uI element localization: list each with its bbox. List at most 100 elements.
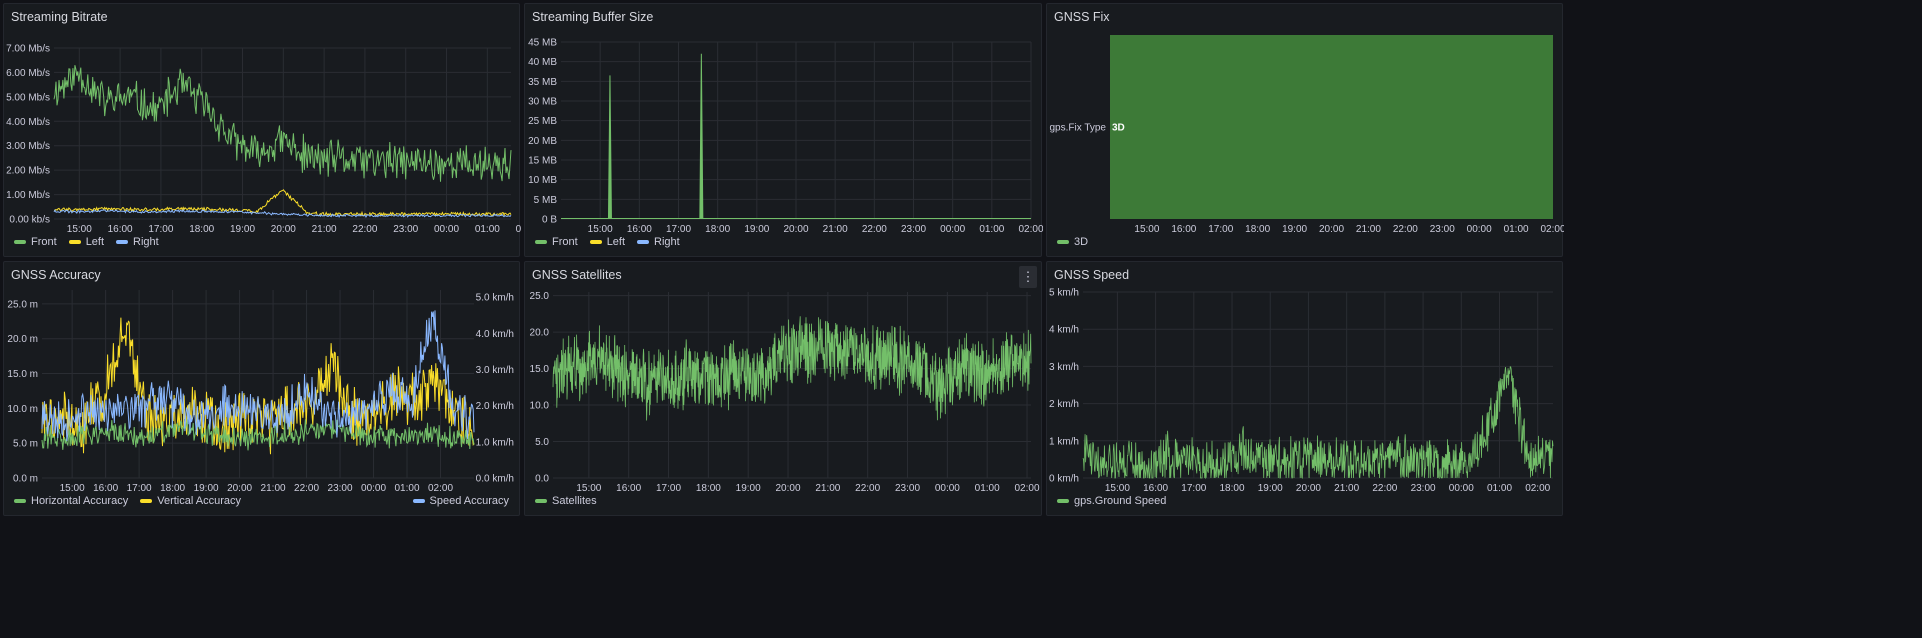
x-tick-label: 16:00 [627,224,652,235]
y-tick-label: 0 B [542,215,557,226]
legend-item[interactable]: Front [535,236,578,248]
panel-streaming-bitrate: Streaming Bitrate 0.00 kb/s 1.00 Mb/s 2.00… [3,3,521,258]
legend-label: Horizontal Accuracy [31,495,129,507]
legend-swatch [535,499,547,503]
x-tick-label: 16:00 [1143,483,1168,494]
x-tick-label: 23:00 [1411,483,1436,494]
x-tick-label: 01:00 [395,483,420,494]
legend-swatch [535,240,547,244]
x-tick-label: 23:00 [1430,224,1455,235]
y-tick-label: 20 MB [528,136,557,147]
y-tick-label: 10.0 [530,401,550,412]
x-tick-label: 00:00 [361,483,386,494]
legend-item[interactable]: Left [68,236,105,248]
legend-item[interactable]: Right [637,236,680,248]
y-tick-label: 40 MB [528,57,557,68]
speed-chart[interactable]: 0 km/h 1 km/h 2 km/h 3 km/h 4 km/h 5 km/h 15:0… [1047,262,1564,517]
y-tick-label: 1 km/h [1049,436,1079,447]
satellites-chart[interactable]: 0.0 5.0 10.0 15.0 20.0 25.0 15:00 16:00 17:00 18:… [525,262,1043,517]
state-bar-3d[interactable] [1110,35,1553,219]
legend-label: Vertical Accuracy [157,495,241,507]
x-tick-label: 20:00 [1296,483,1321,494]
legend-swatch [1057,240,1069,244]
legend-item[interactable]: gps.Ground Speed [1057,495,1166,507]
x-tick-label: 01:00 [475,224,500,235]
legend-label: Right [654,236,680,248]
legend-item[interactable]: Satellites [535,495,597,507]
legend-item[interactable]: Vertical Accuracy [140,495,241,507]
x-tick-label: 21:00 [823,224,848,235]
legend-item[interactable]: Horizontal Accuracy [14,495,128,507]
y-tick-label: 30 MB [528,97,557,108]
x-tick-label: 15:00 [1134,224,1159,235]
state-value-label: 3D [1112,123,1125,134]
x-tick-label: 01:00 [1487,483,1512,494]
y-tick-label-right: 5.0 km/h [476,293,514,304]
x-tick-label: 15:00 [588,224,613,235]
x-tick-label: 18:00 [705,224,730,235]
legend-label: Front [552,236,578,248]
y-tick-label: 4.00 Mb/s [6,117,50,128]
y-tick-label-right: 2.0 km/h [476,401,514,412]
x-tick-label: 02:00 [1018,224,1043,235]
x-tick-label: 16:00 [616,483,641,494]
legend-item[interactable]: Left [589,236,625,248]
x-tick-label: 22:00 [352,224,377,235]
x-tick-label: 02:00 [516,224,521,235]
panel-gnss-satellites: GNSS Satellites ⋮ 0.0 5.0 10.0 15.0 20.0 25.0… [524,261,1042,516]
x-tick-label: 15:00 [67,224,92,235]
x-tick-label: 18:00 [1245,224,1270,235]
legend-item[interactable]: Speed Accuracy [412,495,510,507]
y-tick-label: 10 MB [528,175,557,186]
y-tick-label: 6.00 Mb/s [6,68,50,79]
x-tick-label: 01:00 [1504,224,1529,235]
x-tick-label: 23:00 [393,224,418,235]
x-tick-label: 17:00 [666,224,691,235]
buffer-chart[interactable]: 0 B 5 MB 10 MB 15 MB 20 MB 25 MB 30 MB 35 MB 40 … [525,4,1043,258]
y-tick-label-right: 3.0 km/h [476,365,514,376]
y-tick-label: 35 MB [528,77,557,88]
x-tick-label: 19:00 [736,483,761,494]
legend-swatch [116,240,129,244]
accuracy-chart[interactable]: 0.0 m 5.0 m 10.0 m 15.0 m 20.0 m 25.0 m 0.0 km… [4,262,521,517]
grid: 0.0 5.0 10.0 15.0 20.0 25.0 15:00 16:00 17:00 18:… [530,291,1040,494]
panel-gnss-speed: GNSS Speed 0 km/h 1 km/h 2 km/h 3 km/h 4 km/… [1046,261,1563,516]
series-line-ground-speed[interactable] [1082,366,1554,480]
legend-label: Front [31,236,57,248]
x-tick-label: 20:00 [227,483,252,494]
y-tick-label: 3.00 Mb/s [6,141,50,152]
x-tick-label: 02:00 [1525,483,1550,494]
legend-label: Right [133,236,159,248]
grid: 15:00 16:00 17:00 18:00 19:00 20:00 21:00 22:00… [1134,224,1564,235]
y-tick-label: 5.0 [535,437,549,448]
x-tick-label: 21:00 [312,224,337,235]
legend: Front Left Right [535,236,680,248]
x-tick-label: 16:00 [108,224,133,235]
y-tick-label: 2 km/h [1049,399,1079,410]
x-tick-label: 18:00 [160,483,185,494]
buffer-spike[interactable] [699,53,704,220]
x-tick-label: 18:00 [696,483,721,494]
series-line-front[interactable] [53,65,512,182]
bitrate-chart[interactable]: 0.00 kb/s 1.00 Mb/s 2.00 Mb/s 3.00 Mb/s 4.00… [4,4,521,258]
legend-label: Left [85,236,105,248]
x-tick-label: 23:00 [901,224,926,235]
legend-swatch [412,499,425,503]
legend-label: Satellites [552,495,597,507]
legend-item[interactable]: Front [14,236,57,248]
panel-gnss-accuracy: GNSS Accuracy 0.0 m 5.0 m 10.0 m 15.0 m 20.0… [3,261,520,516]
x-tick-label: 15:00 [60,483,85,494]
x-tick-label: 00:00 [434,224,459,235]
legend-label: 3D [1074,236,1089,248]
buffer-spike[interactable] [607,75,612,220]
x-tick-label: 20:00 [1319,224,1344,235]
x-tick-label: 17:00 [1181,483,1206,494]
x-tick-label: 23:00 [895,483,920,494]
legend-item[interactable]: 3D [1057,236,1088,248]
legend-label: Speed Accuracy [429,495,510,507]
x-tick-label: 18:00 [1220,483,1245,494]
legend-item[interactable]: Right [116,236,159,248]
y-tick-label: 25.0 [530,291,550,302]
fix-chart[interactable]: 15:00 16:00 17:00 18:00 19:00 20:00 21:00 22:00… [1047,4,1564,258]
x-tick-label: 17:00 [127,483,152,494]
